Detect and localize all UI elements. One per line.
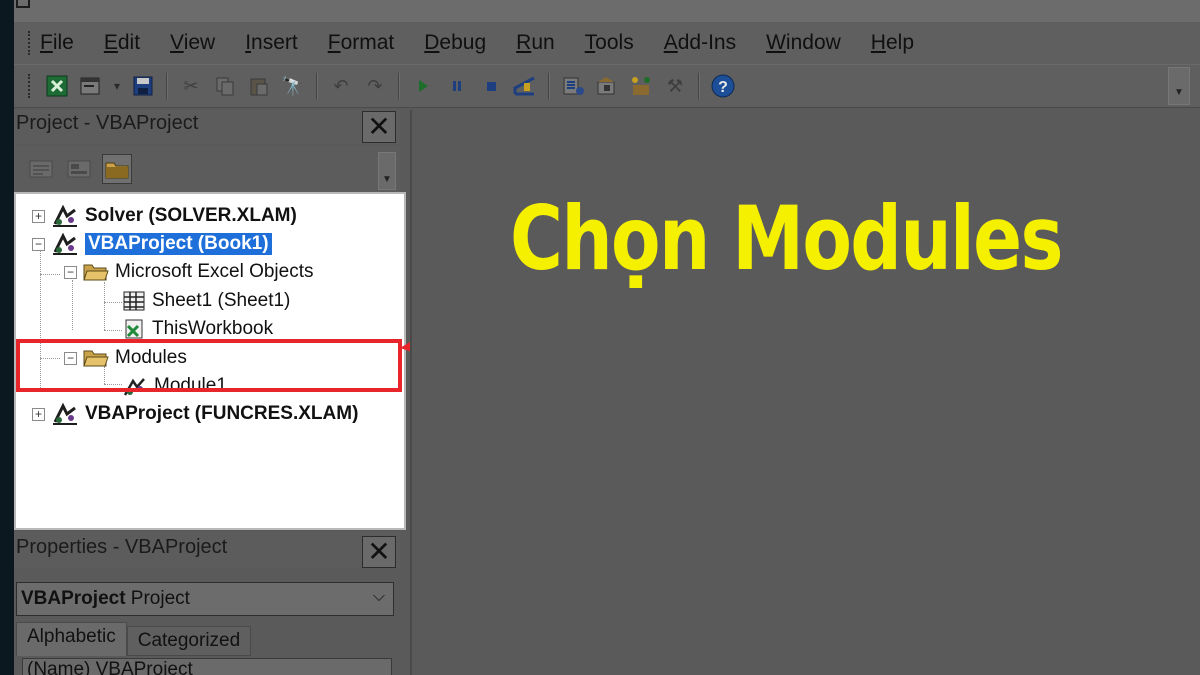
project-toolbar-overflow-button[interactable]: ▼ xyxy=(378,152,396,190)
menu-grip[interactable] xyxy=(28,31,32,55)
tree-item-label: Microsoft Excel Objects xyxy=(115,261,314,282)
tree-item-solver[interactable]: + Solver (SOLVER.XLAM) xyxy=(32,202,297,230)
tab-categorized[interactable]: Categorized xyxy=(126,626,252,656)
tree-item-excel-objects[interactable]: − Microsoft Excel Objects xyxy=(64,258,314,286)
run-icon[interactable] xyxy=(409,72,437,100)
tree-connector xyxy=(104,282,105,330)
tab-alphabetic[interactable]: Alphabetic xyxy=(16,622,127,656)
expand-icon[interactable]: + xyxy=(32,407,45,421)
toolbar-separator xyxy=(698,73,700,99)
close-properties-pane-button[interactable]: ✕ xyxy=(362,536,396,568)
reset-icon[interactable] xyxy=(477,72,505,100)
project-explorer-icon[interactable] xyxy=(559,72,587,100)
window-icon xyxy=(16,0,30,8)
open-folder-icon xyxy=(83,262,109,282)
title-bar xyxy=(14,0,1200,22)
project-pane-header: Project - VBAProject ✕ xyxy=(14,110,400,144)
properties-grid-row[interactable]: (Name) VBAProject xyxy=(22,658,392,675)
project-pane-toolbar: ▼ xyxy=(14,146,400,192)
menu-bar: File Edit View Insert Format Debug Run T… xyxy=(14,22,1200,64)
chevron-down-icon[interactable]: ⌵ xyxy=(373,588,385,606)
toolbar-grip[interactable] xyxy=(28,74,32,98)
tree-connector xyxy=(104,302,122,303)
redo-icon[interactable]: ↷ xyxy=(361,72,389,100)
tree-connector xyxy=(40,274,60,275)
object-type: Project xyxy=(125,588,190,609)
toolbar-overflow-button[interactable]: ▼ xyxy=(1168,67,1190,105)
tree-item-funcres[interactable]: + VBAProject (FUNCRES.XLAM) xyxy=(32,400,358,428)
excel-icon[interactable] xyxy=(43,72,71,100)
toolbox-icon[interactable]: ⚒ xyxy=(661,72,689,100)
break-icon[interactable] xyxy=(443,72,471,100)
menu-window[interactable]: Window xyxy=(766,31,841,55)
object-selector-dropdown[interactable]: VBAProject Project ⌵ xyxy=(16,582,394,616)
menu-format[interactable]: Format xyxy=(328,31,395,55)
help-icon[interactable]: ? xyxy=(709,72,737,100)
toolbar-separator xyxy=(316,73,318,99)
menu-run[interactable]: Run xyxy=(516,31,555,55)
design-mode-icon[interactable] xyxy=(511,72,539,100)
tree-item-label: VBAProject (FUNCRES.XLAM) xyxy=(85,403,359,424)
view-code-icon[interactable] xyxy=(26,154,56,184)
menu-debug[interactable]: Debug xyxy=(424,31,486,55)
cut-icon[interactable]: ✂ xyxy=(177,72,205,100)
window-border xyxy=(0,0,14,675)
menu-add-ins[interactable]: Add-Ins xyxy=(664,31,736,55)
tree-item-sheet1[interactable]: Sheet1 (Sheet1) xyxy=(122,287,290,315)
tree-item-label: Solver (SOLVER.XLAM) xyxy=(85,205,297,226)
menu-view[interactable]: View xyxy=(170,31,215,55)
userform-icon[interactable] xyxy=(77,72,105,100)
properties-tabs: Alphabetic Categorized xyxy=(16,622,252,656)
object-name: VBAProject xyxy=(21,588,126,609)
toolbar-separator xyxy=(398,73,400,99)
close-project-pane-button[interactable]: ✕ xyxy=(362,111,396,143)
svg-text:?: ? xyxy=(718,79,728,96)
vba-project-icon xyxy=(51,232,79,256)
vba-project-icon xyxy=(51,204,79,228)
menu-tools[interactable]: Tools xyxy=(585,31,634,55)
project-pane-title: Project - VBAProject xyxy=(16,112,199,134)
chevron-down-icon[interactable]: ▾ xyxy=(111,72,123,100)
worksheet-icon xyxy=(122,290,146,312)
properties-icon[interactable] xyxy=(593,72,621,100)
collapse-icon[interactable]: − xyxy=(64,265,77,279)
toggle-folders-icon[interactable] xyxy=(102,154,132,184)
properties-pane-header: Properties - VBAProject ✕ xyxy=(14,532,400,568)
toolbar-separator xyxy=(166,73,168,99)
tree-item-label: ThisWorkbook xyxy=(152,318,274,339)
collapse-icon[interactable]: − xyxy=(32,237,45,251)
menu-insert[interactable]: Insert xyxy=(245,31,298,55)
standard-toolbar: ▾ ✂ 🔭 ↶ ↷ ⚒ ? ▼ xyxy=(14,64,1200,108)
annotation-headline: Chọn Modules xyxy=(510,187,1063,290)
copy-icon[interactable] xyxy=(211,72,239,100)
object-browser-icon[interactable] xyxy=(627,72,655,100)
workbook-icon xyxy=(122,318,146,340)
menu-file[interactable]: File xyxy=(40,31,74,55)
view-object-icon[interactable] xyxy=(64,154,94,184)
vba-project-icon xyxy=(51,402,79,426)
tree-connector xyxy=(104,330,122,331)
tree-item-label: VBAProject (Book1) xyxy=(85,233,272,255)
properties-pane-title: Properties - VBAProject xyxy=(16,536,228,558)
modules-highlight-box xyxy=(16,339,402,392)
tree-connector xyxy=(72,280,73,330)
tree-item-label: Sheet1 (Sheet1) xyxy=(152,290,291,311)
menu-edit[interactable]: Edit xyxy=(104,31,140,55)
paste-icon[interactable] xyxy=(245,72,273,100)
find-icon[interactable]: 🔭 xyxy=(279,72,307,100)
undo-icon[interactable]: ↶ xyxy=(327,72,355,100)
expand-icon[interactable]: + xyxy=(32,209,45,223)
menu-help[interactable]: Help xyxy=(871,31,914,55)
tree-item-book1[interactable]: − VBAProject (Book1) xyxy=(32,230,272,258)
toolbar-separator xyxy=(548,73,550,99)
save-icon[interactable] xyxy=(129,72,157,100)
